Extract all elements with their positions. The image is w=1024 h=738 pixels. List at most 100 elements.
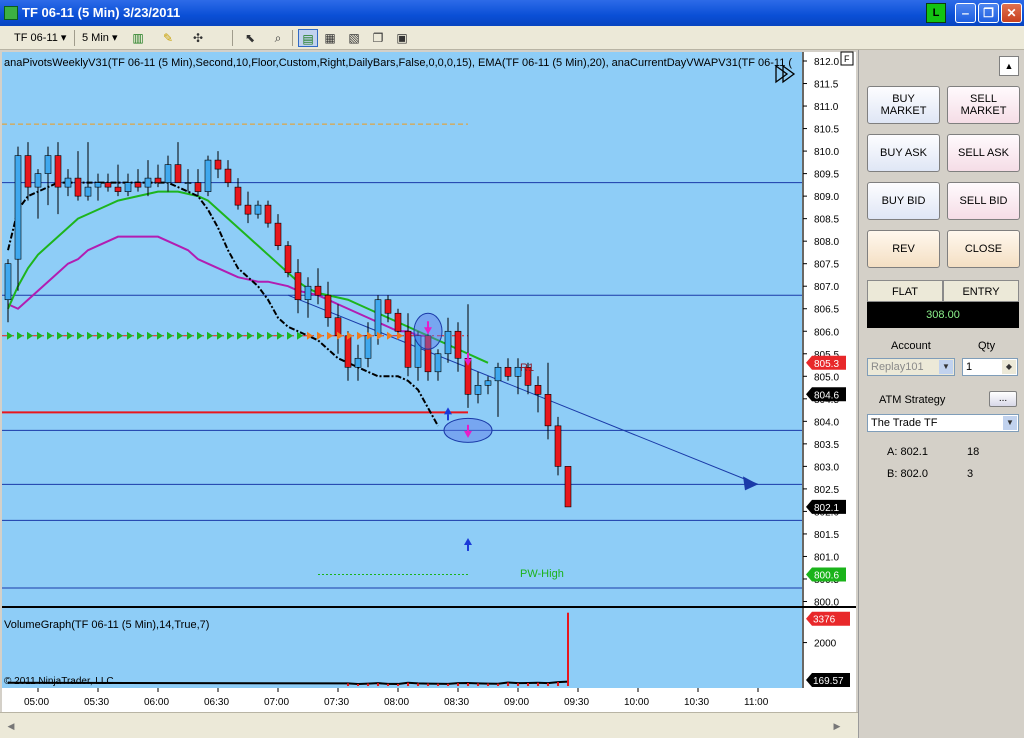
qty-stepper[interactable]: 1 ◆ — [962, 358, 1018, 376]
candle-body — [64, 177, 72, 188]
copy-icon[interactable]: ❐ — [368, 29, 388, 47]
buy-market-button[interactable]: BUY MARKET — [867, 86, 940, 124]
candle-body — [134, 182, 142, 188]
atm-strategy-edit-button[interactable]: ... — [989, 391, 1017, 407]
candle-body — [34, 173, 42, 188]
time-tick-label: 07:30 — [324, 697, 349, 708]
price-tick-label: 811.0 — [814, 102, 839, 113]
candle-body — [154, 177, 162, 183]
buy-bid-button[interactable]: BUY BID — [867, 182, 940, 220]
volume-tick-label: 2000 — [814, 639, 837, 650]
candle-body — [144, 177, 152, 188]
indicators-icon[interactable]: ▦ — [320, 29, 340, 47]
chart-float-label: F — [844, 54, 850, 64]
price-tick-label: 812.0 — [814, 57, 839, 68]
price-tick-label: 800.0 — [814, 597, 839, 608]
bar-type-icon[interactable]: ▥ — [128, 29, 148, 47]
ask-size: 18 — [967, 446, 980, 458]
price-tick-label: 811.5 — [814, 80, 839, 91]
buy-ask-button[interactable]: BUY ASK — [867, 134, 940, 172]
candle-body — [184, 182, 192, 184]
candle-body — [84, 186, 92, 197]
app-icon — [4, 6, 18, 20]
pointer-icon[interactable]: ⬉ — [240, 29, 260, 47]
price-chart[interactable]: 812.0 811.5 811.0 810.5 810.0 809.5 809.0 808.5… — [0, 50, 858, 712]
sell-bid-button[interactable]: SELL BID — [947, 182, 1020, 220]
chevron-down-icon: ▾ — [60, 32, 67, 44]
candle-body — [284, 245, 292, 273]
atm-strategy-label: ATM Strategy — [879, 394, 946, 406]
connection-status-badge[interactable]: L — [926, 3, 946, 23]
candle-body — [354, 357, 362, 368]
crosshair-icon[interactable]: ✣ — [188, 29, 208, 47]
close-position-button[interactable]: CLOSE — [947, 230, 1020, 268]
price-tick-label: 806.0 — [814, 327, 839, 338]
collapse-panel-button[interactable]: ▲ — [999, 56, 1019, 76]
time-tick-label: 11:00 — [744, 697, 769, 708]
interval-value: 5 Min — [82, 32, 109, 44]
candle-body — [24, 155, 32, 188]
sell-ask-button[interactable]: SELL ASK — [947, 134, 1020, 172]
chart-trader-icon[interactable]: ▤ — [298, 29, 318, 47]
candle-body — [244, 204, 252, 215]
reverse-button[interactable]: REV — [867, 230, 940, 268]
properties-icon[interactable]: ▣ — [392, 29, 412, 47]
candle-body — [254, 204, 262, 215]
window-title: TF 06-11 (5 Min) 3/23/2011 — [22, 5, 181, 20]
copyright-label: © 2011 NinjaTrader, LLC — [4, 676, 114, 687]
scroll-right-icon[interactable]: ▶ — [830, 719, 844, 733]
price-badge-label: 800.6 — [814, 570, 839, 581]
price-panel-background — [2, 52, 802, 606]
scroll-left-icon[interactable]: ◀ — [4, 719, 18, 733]
chevron-down-icon: ▾ — [111, 32, 118, 44]
price-tick-label: 805.0 — [814, 372, 839, 383]
candle-body — [204, 159, 212, 192]
toolbar-divider — [232, 30, 233, 46]
atm-strategy-select[interactable]: The Trade TF ▼ — [867, 414, 1019, 432]
pw-high-label: PW-High — [520, 568, 564, 580]
spin-icon[interactable]: ◆ — [1002, 360, 1016, 374]
time-tick-label: 06:00 — [144, 697, 169, 708]
time-tick-label: 06:30 — [204, 697, 229, 708]
candle-body — [364, 335, 372, 359]
horizontal-scrollbar[interactable]: ◀ ▶ — [0, 712, 858, 738]
zoom-icon[interactable]: ⌕ — [268, 29, 288, 47]
time-tick-label: 05:00 — [24, 697, 49, 708]
qty-label: Qty — [978, 340, 996, 352]
restore-button[interactable]: ❐ — [978, 3, 999, 23]
sell-market-button[interactable]: SELL MARKET — [947, 86, 1020, 124]
price-tick-label: 809.0 — [814, 192, 839, 203]
chart-toolbar: TF 06-11 ▾ 5 Min ▾ ▥ ✎ ✣ ⬉ ⌕ ▤ ▦ ▧ ❐ ▣ — [0, 26, 1024, 50]
candle-body — [194, 182, 202, 192]
interval-selector[interactable]: 5 Min ▾ — [78, 29, 122, 47]
ask-price: A: 802.1 — [887, 446, 928, 458]
candle-body — [214, 159, 222, 170]
pencil-draw-icon[interactable]: ✎ — [158, 29, 178, 47]
volume-badge-label: 169.57 — [813, 676, 844, 687]
account-label: Account — [891, 340, 931, 352]
qty-value: 1 — [966, 361, 973, 373]
title-bar[interactable]: TF 06-11 (5 Min) 3/23/2011 L ‒ ❐ ✕ — [0, 0, 1024, 26]
minimize-button[interactable]: ‒ — [955, 3, 976, 23]
candle-body — [274, 222, 282, 246]
price-badge-label: 805.3 — [814, 359, 839, 370]
candle-body — [404, 330, 412, 368]
price-tick-label: 808.0 — [814, 237, 839, 248]
candle-body — [484, 380, 492, 386]
price-badge-label: 802.1 — [814, 503, 839, 514]
time-tick-label: 08:30 — [444, 697, 469, 708]
candle-body — [494, 366, 502, 382]
candle-body — [534, 385, 542, 395]
price-tick-label: 804.0 — [814, 417, 839, 428]
price-tick-label: 803.5 — [814, 440, 839, 451]
time-tick-label: 05:30 — [84, 697, 109, 708]
candle-body — [394, 312, 402, 332]
candle-body — [94, 182, 102, 188]
instrument-selector[interactable]: TF 06-11 ▾ — [10, 29, 70, 47]
time-tick-label: 09:00 — [504, 697, 529, 708]
candle-body — [44, 155, 52, 174]
close-window-button[interactable]: ✕ — [1001, 3, 1022, 23]
candle-body — [444, 330, 452, 355]
strategies-icon[interactable]: ▧ — [344, 29, 364, 47]
candle-body — [304, 285, 312, 301]
